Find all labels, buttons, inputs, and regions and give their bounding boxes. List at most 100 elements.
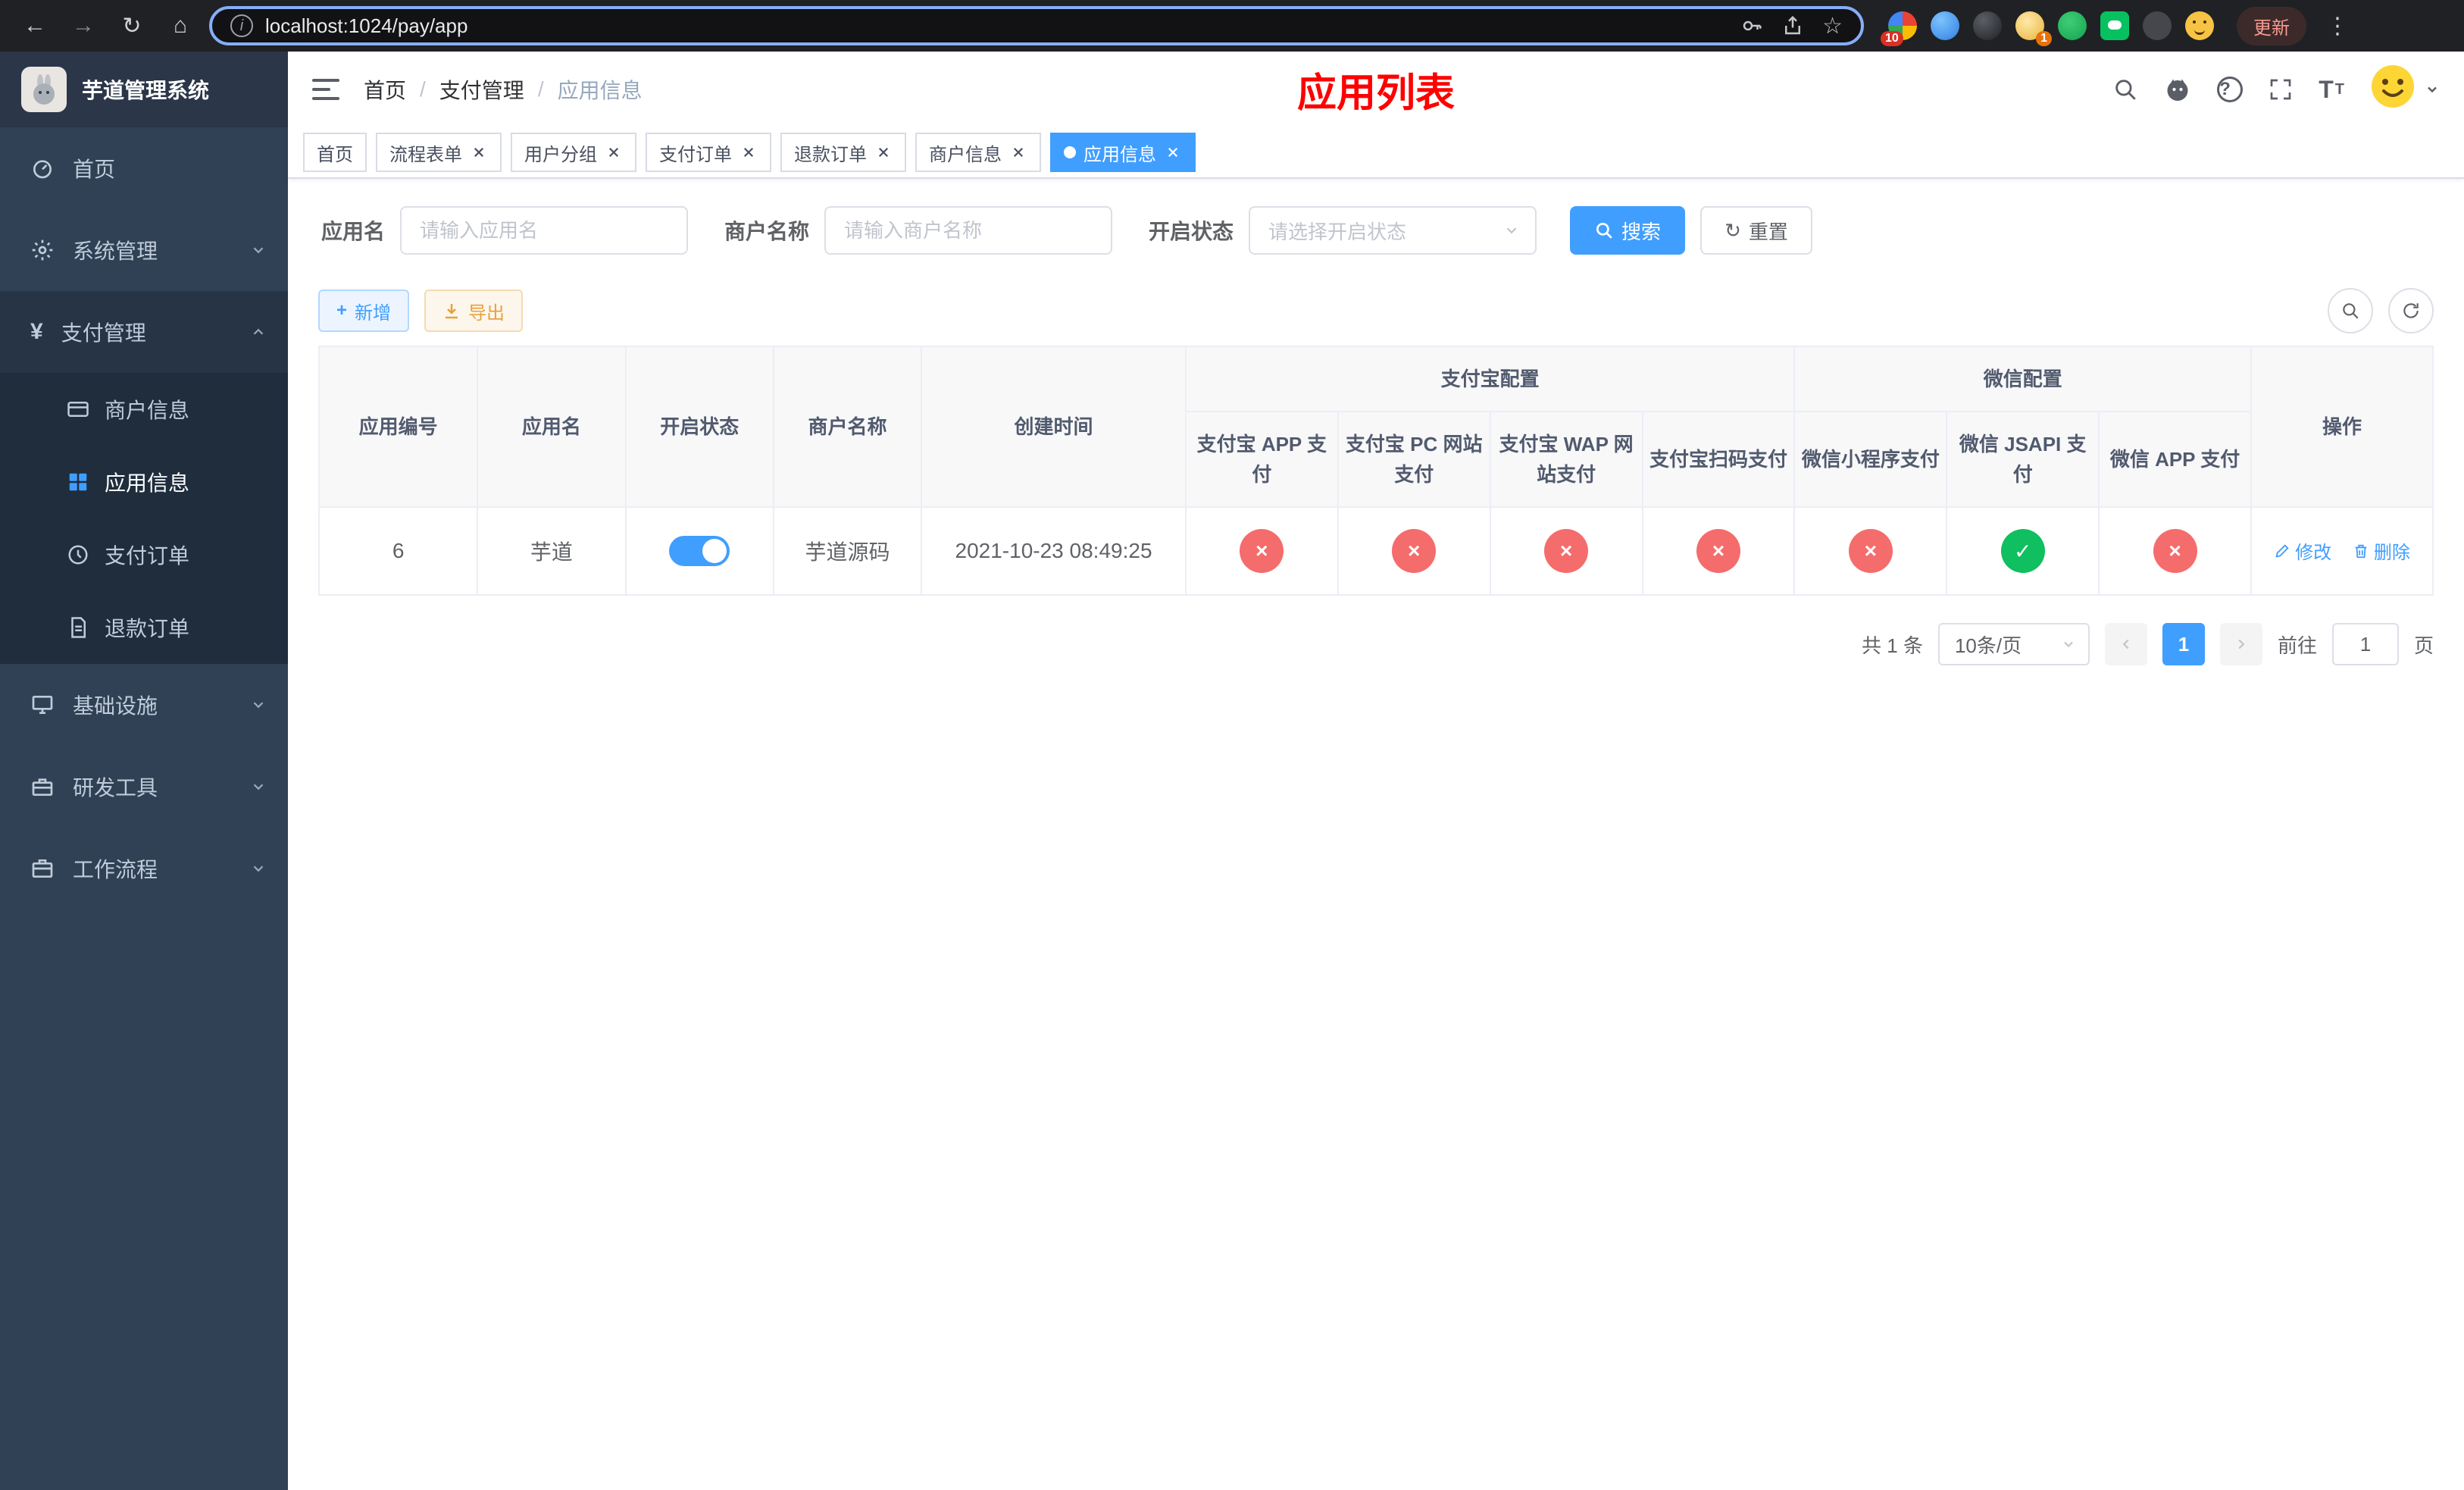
delete-link[interactable]: 删除: [2353, 537, 2410, 564]
extension-icon[interactable]: [1973, 11, 2002, 40]
sidebar: 芋道管理系统 首页 系统管理 支付管理: [0, 52, 288, 1490]
close-icon[interactable]: [740, 143, 758, 161]
export-button-label: 导出: [468, 302, 505, 324]
col-created: 创建时间: [921, 346, 1187, 508]
merchant-name-label: 商户名称: [724, 220, 810, 243]
site-info-icon[interactable]: [230, 14, 253, 37]
breadcrumb-payment[interactable]: 支付管理: [439, 74, 524, 105]
export-button[interactable]: 导出: [424, 290, 524, 332]
bookmark-star-icon[interactable]: [1822, 13, 1843, 39]
sidebar-item-merchant-info[interactable]: 商户信息: [0, 373, 288, 446]
pencil-icon: [2275, 544, 2289, 558]
tab-process-form[interactable]: 流程表单: [376, 133, 502, 172]
extension-icon[interactable]: [2100, 11, 2129, 40]
browser-update-button[interactable]: 更新: [2237, 6, 2306, 45]
col-app-name: 应用名: [477, 346, 627, 508]
url-text[interactable]: localhost:1024/pay/app: [265, 14, 1728, 38]
search-icon[interactable]: [2112, 77, 2138, 102]
browser-home-icon[interactable]: [161, 6, 200, 45]
page-size-select[interactable]: 10条/页: [1937, 623, 2090, 665]
hamburger-icon[interactable]: [312, 74, 342, 105]
status-select[interactable]: 请选择开启状态: [1249, 206, 1537, 255]
toggle-search-button[interactable]: [2328, 288, 2373, 333]
search-icon: [1596, 222, 1612, 239]
col-alipay-app: 支付宝 APP 支付: [1184, 411, 1339, 508]
extension-icon[interactable]: 10: [1881, 11, 1917, 46]
font-size-icon[interactable]: [2319, 76, 2344, 104]
github-icon[interactable]: [2164, 76, 2191, 103]
sidebar-item-payment[interactable]: 支付管理: [0, 291, 288, 373]
app-logo[interactable]: 芋道管理系统: [0, 52, 288, 127]
fullscreen-icon[interactable]: [2269, 77, 2293, 102]
close-icon[interactable]: [1009, 143, 1027, 161]
wechat-mini-status-icon: ×: [1848, 529, 1893, 573]
status-label: 开启状态: [1149, 220, 1234, 243]
app-table: 应用编号 应用名 开启状态 商户名称 创建时间 支付宝配置 微信配置 操作 支付…: [318, 346, 2434, 596]
chevron-down-icon: [1506, 227, 1517, 234]
sidebar-item-app-info[interactable]: 应用信息: [0, 446, 288, 518]
breadcrumb-home[interactable]: 首页: [364, 74, 406, 105]
browser-chrome: localhost:1024/pay/app 10 1: [0, 0, 2464, 52]
user-menu[interactable]: [2370, 64, 2440, 115]
extension-badge: 1: [2036, 31, 2052, 46]
extension-icon[interactable]: 1: [2015, 11, 2052, 46]
sidebar-item-payment-orders[interactable]: 支付订单: [0, 518, 288, 591]
app-name-input[interactable]: [400, 206, 689, 255]
browser-forward-icon[interactable]: [64, 6, 103, 45]
address-bar[interactable]: localhost:1024/pay/app: [209, 6, 1864, 45]
extension-icon[interactable]: [2058, 11, 2087, 40]
tab-merchant-info[interactable]: 商户信息: [915, 133, 1041, 172]
extension-icon[interactable]: [2185, 11, 2214, 40]
sidebar-item-refund-orders[interactable]: 退款订单: [0, 591, 288, 664]
sidebar-item-system[interactable]: 系统管理: [0, 209, 288, 291]
sidebar-item-label: 基础设施: [73, 694, 158, 718]
reset-button[interactable]: 重置: [1700, 206, 1812, 255]
share-icon[interactable]: [1781, 14, 1804, 37]
refresh-table-button[interactable]: [2388, 288, 2434, 333]
credit-card-icon: [67, 402, 89, 417]
merchant-name-input[interactable]: [824, 206, 1113, 255]
jump-page-input[interactable]: [2331, 623, 2399, 665]
chevron-down-icon: [2064, 641, 2073, 647]
password-key-icon[interactable]: [1740, 14, 1763, 37]
page-number-button[interactable]: 1: [2162, 623, 2205, 665]
plus-icon: [336, 300, 347, 321]
add-button[interactable]: 新增: [318, 290, 410, 332]
briefcase-icon: [32, 859, 53, 878]
browser-menu-icon[interactable]: [2320, 13, 2355, 39]
tab-label: 支付订单: [659, 144, 732, 165]
tab-user-group[interactable]: 用户分组: [511, 133, 636, 172]
sidebar-item-dev-tools[interactable]: 研发工具: [0, 746, 288, 828]
search-button-label: 搜索: [1621, 220, 1662, 243]
sidebar-item-infrastructure[interactable]: 基础设施: [0, 664, 288, 746]
table-row: 6 芋道 芋道源码 2021-10-23 08:49:25 × × × × × …: [318, 506, 2434, 596]
browser-reload-icon[interactable]: [112, 6, 152, 45]
sidebar-item-workflow[interactable]: 工作流程: [0, 828, 288, 909]
close-icon[interactable]: [470, 143, 488, 161]
sidebar-item-label: 首页: [73, 158, 116, 181]
tab-home[interactable]: 首页: [303, 133, 367, 172]
tab-app-info[interactable]: 应用信息: [1050, 133, 1196, 172]
search-button[interactable]: 搜索: [1570, 206, 1686, 255]
close-icon[interactable]: [874, 143, 893, 161]
tab-refund-orders[interactable]: 退款订单: [780, 133, 906, 172]
browser-back-icon[interactable]: [15, 6, 55, 45]
logo-image: [21, 67, 67, 112]
prev-page-button[interactable]: [2104, 623, 2147, 665]
tab-payment-orders[interactable]: 支付订单: [646, 133, 771, 172]
next-page-button[interactable]: [2219, 623, 2262, 665]
col-wx-jsapi: 微信 JSAPI 支付: [1946, 411, 2100, 508]
close-icon[interactable]: [1164, 143, 1182, 161]
extension-icon[interactable]: [1931, 11, 1959, 40]
jump-suffix: 页: [2413, 634, 2434, 657]
help-icon[interactable]: [2217, 77, 2244, 102]
dashboard-icon: [33, 160, 52, 179]
edit-link[interactable]: 修改: [2274, 537, 2331, 564]
gear-icon: [32, 239, 53, 261]
status-toggle[interactable]: [669, 536, 730, 566]
close-icon[interactable]: [605, 143, 623, 161]
sidebar-item-home[interactable]: 首页: [0, 127, 288, 209]
extension-badge: 10: [1881, 31, 1903, 46]
col-merchant: 商户名称: [772, 346, 923, 508]
extension-icon[interactable]: [2143, 11, 2172, 40]
